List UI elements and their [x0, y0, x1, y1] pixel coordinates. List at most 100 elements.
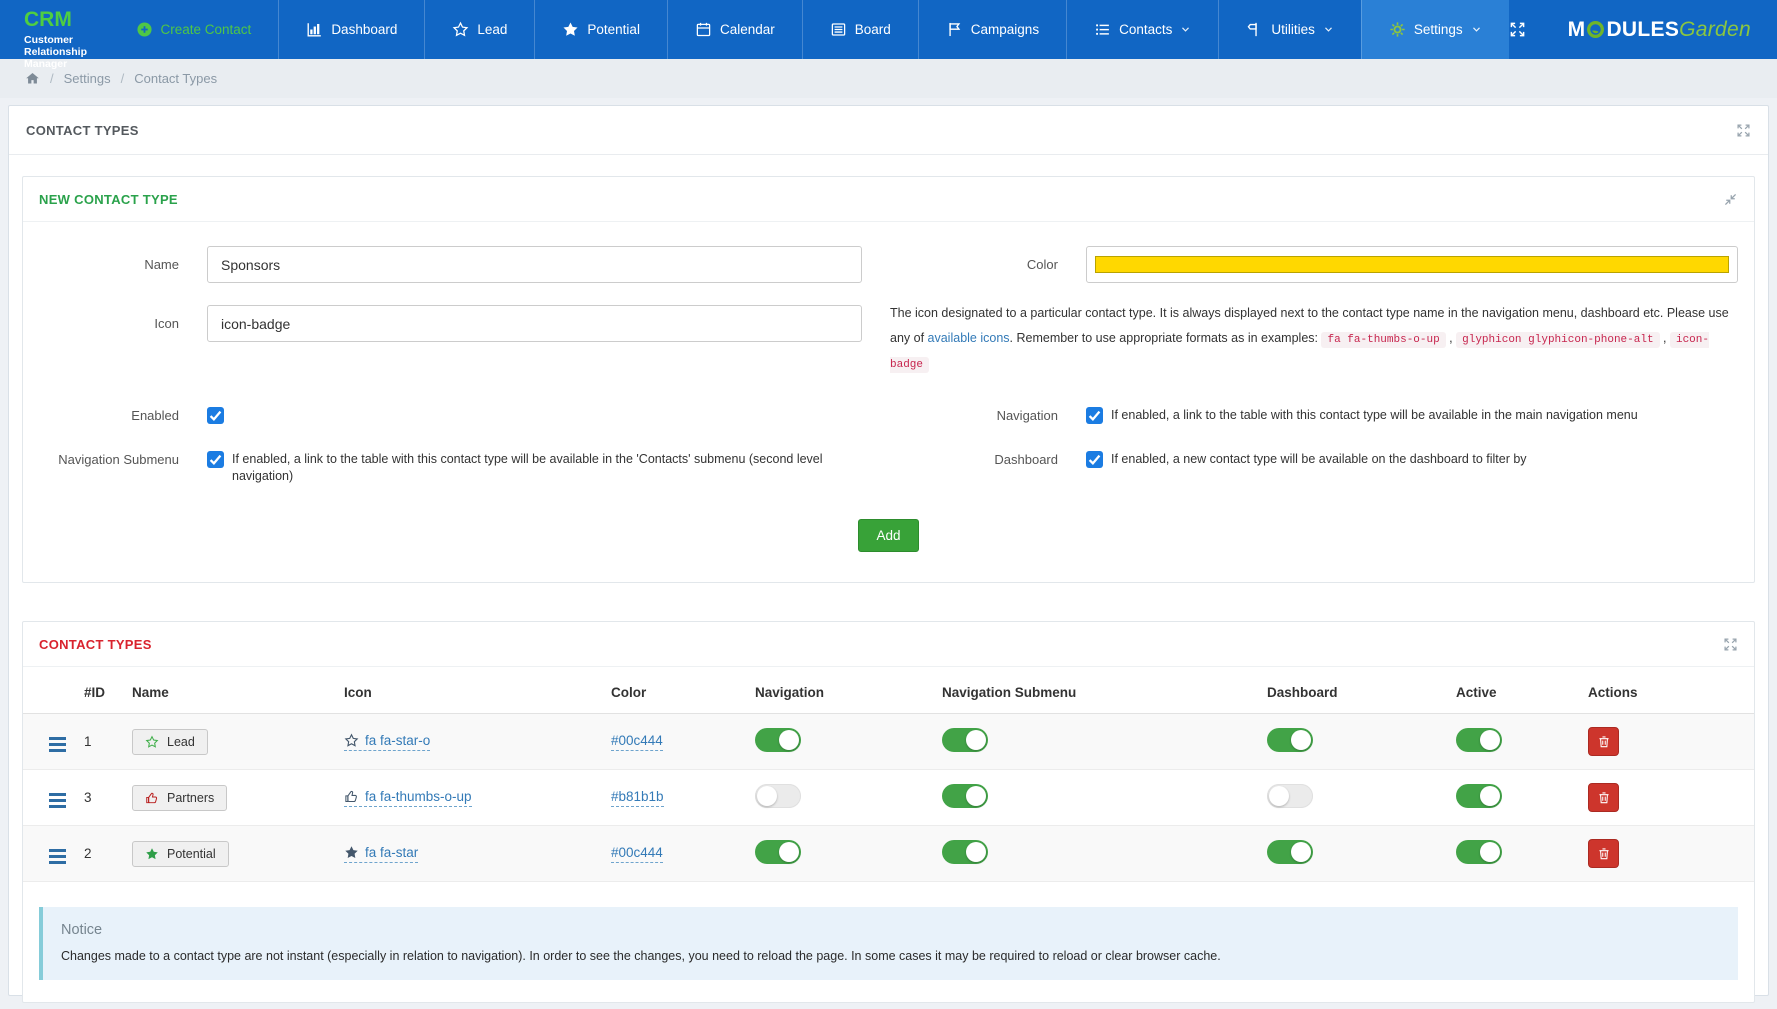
col-name: Name: [124, 672, 336, 714]
navbar-right: M DULES Garden: [1509, 0, 1777, 59]
col-id: #ID: [76, 672, 124, 714]
active-toggle[interactable]: [1456, 840, 1502, 864]
nav-item-label: Board: [855, 22, 891, 37]
navigation-toggle[interactable]: [755, 784, 801, 808]
chevron-down-icon: [1323, 24, 1334, 35]
logo-part-garden: Garden: [1679, 18, 1751, 42]
expand-panel-icon[interactable]: [1736, 123, 1751, 138]
add-button[interactable]: Add: [858, 519, 918, 552]
app-title: CRM: [24, 8, 109, 32]
contact-type-name-button[interactable]: Lead: [132, 729, 208, 755]
dashboard-label: Dashboard: [890, 451, 1058, 468]
col-icon: Icon: [336, 672, 603, 714]
thumbs-up-icon: [344, 789, 359, 804]
breadcrumb: / Settings / Contact Types: [0, 59, 1777, 98]
dashboard-toggle[interactable]: [1267, 728, 1313, 752]
active-toggle[interactable]: [1456, 784, 1502, 808]
delete-button[interactable]: [1588, 839, 1619, 868]
navigation-submenu-toggle[interactable]: [942, 784, 988, 808]
star-icon: [562, 21, 579, 38]
col-dashboard: Dashboard: [1259, 672, 1448, 714]
nav-item-label: Potential: [587, 22, 640, 37]
contact-type-name-button[interactable]: Potential: [132, 841, 229, 867]
logo-part-m: M: [1568, 18, 1586, 42]
toggle-knob: [1291, 730, 1311, 750]
modulesgarden-logo: M DULES Garden: [1568, 18, 1751, 42]
navigation-submenu-toggle[interactable]: [942, 728, 988, 752]
nav-item-label: Dashboard: [331, 22, 397, 37]
logo-o-leaf-icon: [1586, 20, 1605, 39]
navigation-toggle[interactable]: [755, 728, 801, 752]
flag-icon: [946, 21, 963, 38]
color-link[interactable]: #00c444: [611, 733, 663, 751]
icon-class-text: fa fa-star-o: [365, 733, 430, 748]
enabled-checkbox[interactable]: [207, 407, 224, 424]
fullscreen-icon[interactable]: [1509, 21, 1526, 38]
icon-link[interactable]: fa fa-star-o: [344, 733, 430, 751]
name-label: Name: [39, 256, 179, 273]
color-link[interactable]: #00c444: [611, 845, 663, 863]
drag-handle-icon[interactable]: [47, 846, 68, 867]
drag-handle-icon[interactable]: [47, 734, 68, 755]
toggle-knob: [966, 842, 986, 862]
row-id: 2: [76, 826, 124, 882]
nav-item-contacts[interactable]: Contacts: [1066, 0, 1218, 59]
contact-type-name: Potential: [167, 847, 216, 861]
nav-item-dashboard[interactable]: Dashboard: [278, 0, 424, 59]
dashboard-checkbox[interactable]: [1086, 451, 1103, 468]
main-nav: Create Contact Dashboard Lead Potential Cale…: [109, 0, 1509, 59]
navigation-toggle[interactable]: [755, 840, 801, 864]
main-content: CONTACT TYPES NEW CONTACT TYPE Name Colo…: [0, 98, 1777, 1003]
delete-button[interactable]: [1588, 727, 1619, 756]
toggle-knob: [1480, 730, 1500, 750]
nav-item-campaigns[interactable]: Campaigns: [918, 0, 1066, 59]
star-o-icon: [145, 735, 159, 749]
toggle-knob: [1291, 842, 1311, 862]
icon-link[interactable]: fa fa-thumbs-o-up: [344, 789, 472, 807]
icon-help-text: The icon designated to a particular cont…: [890, 301, 1738, 376]
nav-item-potential[interactable]: Potential: [534, 0, 667, 59]
notice-panel: Notice Changes made to a contact type ar…: [39, 907, 1738, 980]
breadcrumb-separator: /: [50, 71, 54, 86]
icon-link[interactable]: fa fa-star: [344, 845, 418, 863]
navigation-checkbox[interactable]: [1086, 407, 1103, 424]
nav-item-utilities[interactable]: Utilities: [1218, 0, 1361, 59]
nav-item-settings[interactable]: Settings: [1361, 0, 1509, 59]
nav-item-lead[interactable]: Lead: [424, 0, 534, 59]
star-o-icon: [344, 733, 359, 748]
name-input[interactable]: [207, 246, 862, 283]
available-icons-link[interactable]: available icons: [928, 331, 1010, 345]
icon-input[interactable]: [207, 305, 862, 342]
color-swatch: [1095, 256, 1729, 273]
dashboard-toggle[interactable]: [1267, 784, 1313, 808]
contact-type-name: Lead: [167, 735, 195, 749]
contact-types-table-panel: CONTACT TYPES #ID Name Icon: [22, 621, 1755, 1003]
navigation-submenu-toggle[interactable]: [942, 840, 988, 864]
col-active: Active: [1448, 672, 1580, 714]
delete-button[interactable]: [1588, 783, 1619, 812]
contact-type-name-button[interactable]: Partners: [132, 785, 227, 811]
trash-icon: [1597, 791, 1611, 805]
color-input[interactable]: [1086, 246, 1738, 283]
chevron-down-icon: [1180, 24, 1191, 35]
breadcrumb-settings[interactable]: Settings: [64, 71, 111, 86]
toggle-knob: [1480, 786, 1500, 806]
drag-handle-icon[interactable]: [47, 790, 68, 811]
dashboard-help: If enabled, a new contact type will be a…: [1111, 451, 1527, 468]
color-label: Color: [890, 256, 1058, 273]
icon-example-2: glyphicon glyphicon-phone-alt: [1456, 332, 1659, 348]
navigation-submenu-checkbox[interactable]: [207, 451, 224, 468]
nav-item-board[interactable]: Board: [802, 0, 918, 59]
collapse-panel-icon[interactable]: [1723, 192, 1738, 207]
color-link[interactable]: #b81b1b: [611, 789, 664, 807]
navigation-submenu-help: If enabled, a link to the table with thi…: [232, 451, 862, 485]
expand-table-panel-icon[interactable]: [1723, 637, 1738, 652]
signpost-icon: [1246, 21, 1263, 38]
nav-item-calendar[interactable]: Calendar: [667, 0, 802, 59]
icon-class-text: fa fa-star: [365, 845, 418, 860]
dashboard-toggle[interactable]: [1267, 840, 1313, 864]
home-icon[interactable]: [25, 71, 40, 86]
active-toggle[interactable]: [1456, 728, 1502, 752]
contact-types-page-panel: CONTACT TYPES NEW CONTACT TYPE Name Colo…: [8, 105, 1769, 996]
nav-item-create-contact[interactable]: Create Contact: [109, 0, 279, 59]
